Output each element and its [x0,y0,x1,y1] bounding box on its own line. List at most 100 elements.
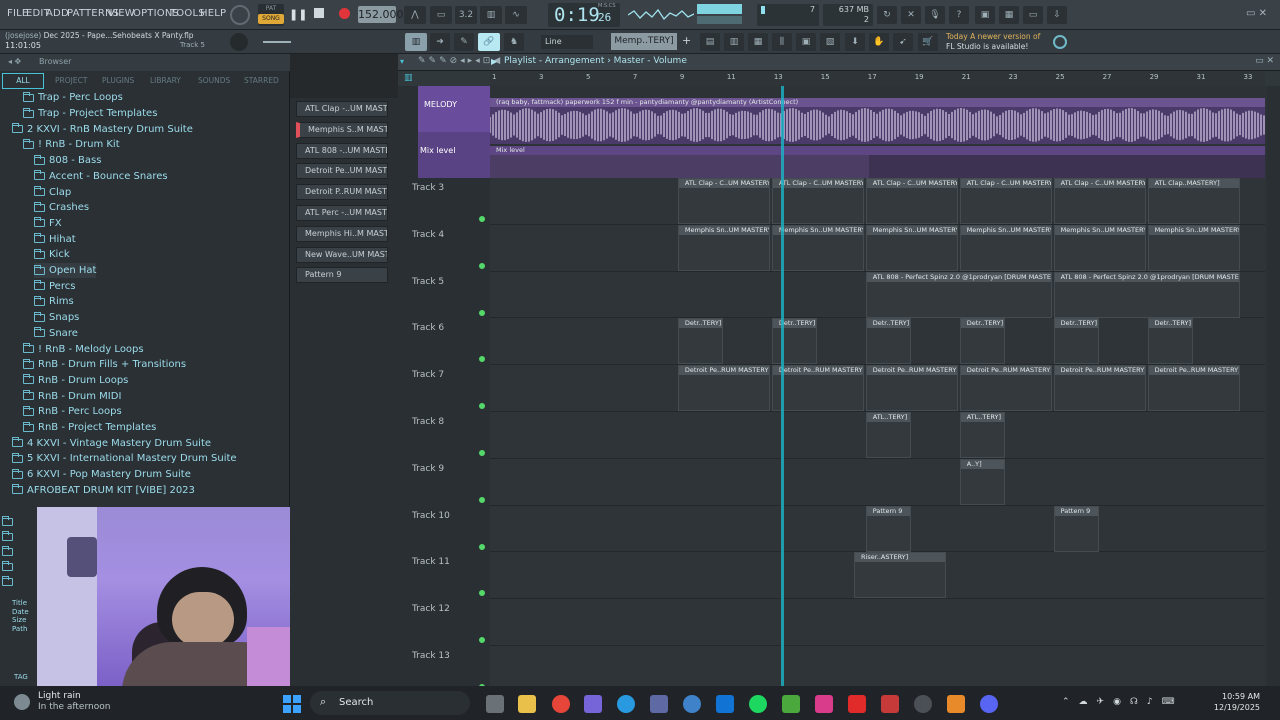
track-mute-led[interactable] [479,543,485,550]
pattern-clip[interactable]: Detr..TERY] [677,318,723,365]
news-icon[interactable] [1053,35,1067,49]
mixer-icon[interactable]: ⫼ [772,33,792,51]
snap-select[interactable]: Line [541,35,593,49]
browser-menu-icon[interactable]: ◂ ✥ [8,57,21,66]
master-volume-knob[interactable] [230,5,250,25]
tempo-tapper-icon[interactable]: ➹ [893,33,913,51]
mix-track-header[interactable] [418,132,490,178]
track-mute-led[interactable] [479,496,485,503]
browser-item[interactable]: Trap - Perc Loops [23,90,123,106]
pattern-selector[interactable]: Memp..TERY] [611,33,677,50]
pattern-clip[interactable]: Detr..TERY] [771,318,817,365]
browser-item[interactable]: Open Hat [34,262,97,279]
master-pitch-knob[interactable] [230,33,248,51]
weather-widget[interactable]: Light rain In the afternoon [38,691,110,713]
stamp-icon[interactable]: ♞ [504,33,524,51]
track-mute-led[interactable] [479,403,485,410]
playlist-scrollbar[interactable] [1267,86,1280,686]
search-box[interactable]: ⌕ Search [310,691,470,715]
pattern-clip[interactable]: ATL Clap - C..UM MASTERY] [959,178,1052,224]
pattern-clip[interactable]: ATL..TERY] [959,412,1005,458]
playlist-menu-icon[interactable]: ▾ [400,57,404,66]
browser-item[interactable]: ! RnB - Melody Loops [23,341,144,357]
shop-icon[interactable]: 🛒 [918,33,938,51]
browser-item[interactable]: 6 KXVI - Pop Mastery Drum Suite [12,467,191,483]
bar-ruler[interactable]: 1 3 5 7 9 11 13 15 17 19 21 23 25 27 29 31 33 [490,71,1265,86]
track-header[interactable]: Track 7 [412,370,490,380]
menu-add[interactable]: ADD [46,8,69,19]
browser-item[interactable]: 2 KXVI - RnB Mastery Drum Suite [12,121,193,137]
track-header[interactable]: Track 6 [412,323,490,333]
track-mute-led[interactable] [479,262,485,269]
tab-project[interactable]: PROJECT [55,76,87,85]
download-icon[interactable]: ⇩ [1047,6,1067,24]
pattern-clip[interactable]: Detroit Pe..RUM MASTERY] [677,365,770,412]
browser-item[interactable]: AFROBEAT DRUM KIT [VIBE] 2023 [12,483,195,499]
stop-button[interactable] [314,8,324,18]
browser-item[interactable]: Snaps [34,310,79,326]
track-header[interactable]: Track 8 [412,417,490,427]
step-seq-icon[interactable]: ▥ [724,33,744,51]
melody-track-header[interactable] [418,86,490,132]
browser-item[interactable]: RnB - Perc Loops [23,404,122,420]
windows-start-icon[interactable] [283,695,301,713]
save-icon[interactable]: ▣ [975,6,995,24]
browser-item[interactable]: 4 KXVI - Vintage Mastery Drum Suite [12,435,211,451]
pattern-clip[interactable]: ATL Clap - C..UM MASTERY] [771,178,864,224]
track-header[interactable]: Track 3 [412,183,490,193]
pattern-clip[interactable]: Pattern 9 [1053,505,1099,552]
weather-icon[interactable] [14,694,30,710]
tab-starred[interactable]: STARRED [244,76,279,85]
pattern-clip[interactable]: Memphis Sn..UM MASTERY] [677,224,770,271]
track-header[interactable]: Track 10 [412,511,490,521]
pattern-clip[interactable]: Detroit Pe..RUM MASTERY] [771,365,864,412]
link-tool-icon[interactable]: 🔗 [478,33,500,51]
metronome-icon[interactable]: ⋀ [404,6,426,24]
track-mute-led[interactable] [479,309,485,316]
pattern-clip[interactable]: A..Y] [959,458,1005,505]
youtube-icon[interactable] [848,695,866,713]
pattern-clip[interactable]: Memphis Sn..UM MASTERY] [1053,224,1146,271]
pattern-clip[interactable]: ATL Clap - C..UM MASTERY] [865,178,958,224]
tab-sounds[interactable]: SOUNDS [198,76,230,85]
audio-clip[interactable]: (raq baby, fattmack) paperwork 152 f min… [490,98,1265,144]
wait-input-icon[interactable]: ▭ [430,6,452,24]
menu-help[interactable]: HELP [200,8,226,19]
plugin-manager-icon[interactable]: ▦ [999,6,1019,24]
track-mute-led[interactable] [479,590,485,597]
browser-item[interactable]: RnB - Project Templates [23,420,156,436]
chat-icon[interactable]: ▭ [1023,6,1043,24]
time-display[interactable]: 0:19 26 M:S:CS [548,3,620,27]
pattern-clip[interactable]: Memphis Sn..UM MASTERY] [959,224,1052,271]
track-header[interactable]: Track 12 [412,604,490,614]
channel-pattern-item[interactable]: ATL Perc -..UM MASTERY] [296,205,388,221]
browser-item[interactable]: RnB - Drum Fills + Transitions [23,357,186,373]
pattern-clip[interactable]: Memphis Sn..UM MASTERY] [1147,224,1240,271]
instagram-icon[interactable] [815,695,833,713]
plugin-picker-icon[interactable]: ⬇ [845,33,865,51]
channel-rack-icon[interactable]: ▣ [796,33,816,51]
channel-pattern-item[interactable]: Pattern 9 [296,267,388,284]
track-mute-led[interactable] [479,637,485,644]
track-header[interactable]: Track 9 [412,464,490,474]
browser-icon[interactable]: ▧ [820,33,840,51]
voice-meeter-icon[interactable] [881,695,899,713]
undo-history-icon[interactable]: ↻ [877,6,897,24]
pattern-clip[interactable]: Detr..TERY] [1147,318,1193,365]
pattern-clip[interactable]: Memphis Sn..UM MASTERY] [771,224,864,271]
channel-pattern-item[interactable]: Memphis S..M MASTERY] [296,121,388,138]
pattern-clip[interactable]: Detr..TERY] [959,318,1005,365]
channel-pattern-item[interactable]: Memphis Hi..M MASTERY] [296,225,388,242]
task-view-icon[interactable] [486,695,504,713]
browser-item[interactable]: Crashes [34,200,89,216]
piano-keys-icon[interactable]: ▥ [405,33,427,51]
pattern-clip[interactable]: ATL Clap - C..UM MASTERY] [1053,178,1146,224]
playhead[interactable] [781,86,784,686]
add-pattern-icon[interactable]: + [682,34,691,47]
channel-pattern-item[interactable]: ATL 808 -..UM MASTERY] [296,142,388,159]
pattern-clip[interactable]: Riser..ASTERY] [854,552,946,599]
track-header[interactable]: Track 5 [412,277,490,287]
pattern-clip[interactable]: ATL 808 - Perfect Spinz 2.0 @1prodryan [… [865,271,1052,318]
spotify-icon[interactable] [749,695,767,713]
pattern-clip[interactable]: ATL Clap - C..UM MASTERY] [677,178,770,224]
